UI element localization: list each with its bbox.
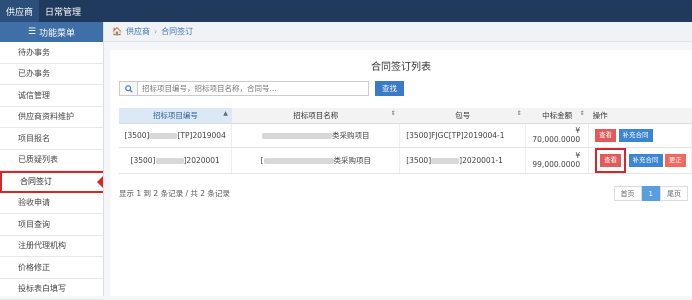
page-title: 合同签订列表 [110,58,692,72]
supplement-contract-button[interactable]: 补充合同 [629,154,663,167]
sidebar-title-label: 功能菜单 [39,26,75,39]
header-actions: 操作 [589,108,692,123]
sidebar-item-challenged-list[interactable]: 已质疑列表 [0,150,103,172]
sort-icon: ⇕ [517,110,522,117]
sidebar-item-price-correction[interactable]: 价格修正 [0,257,103,279]
redacted-block [264,158,334,164]
search-input[interactable] [137,81,369,96]
pager-last[interactable]: 尾页 [660,186,688,201]
cell-project-code: [3500][TP]2019004 [119,123,232,147]
cell-actions: 查看 补充合同 更正 [589,147,692,173]
search-icon [119,81,137,96]
main-panel: 合同签订列表 查找 招标项目编号▲ 招标项目名称⇕ 包号⇕ 中标金额⇕ 操作 [… [110,50,692,296]
sidebar-item-bid-form[interactable]: 投标表白填写 [0,279,103,300]
table-row: [3500][TP]2019004 类采购项目 [3500]FJGC[TP]20… [119,123,692,147]
redacted-block [431,158,459,164]
sidebar-title: ☰ 功能菜单 [0,22,103,42]
sidebar: ☰ 功能菜单 待办事务 已办事务 诚信管理 供应商资料维护 项目报名 已质疑列表… [0,22,104,296]
sidebar-item-contract-signing[interactable]: 合同签订 [0,171,103,193]
sidebar-item-todo[interactable]: 待办事务 [0,42,103,64]
record-count: 显示 1 到 2 条记录 / 共 2 条记录 [119,188,230,199]
redacted-block [156,158,184,164]
pager-page-1[interactable]: 1 [642,186,660,201]
sidebar-item-supplier-info[interactable]: 供应商资料维护 [0,107,103,129]
top-navigation: 供应商 日常管理 [0,0,692,22]
cell-project-name: [类采购项目 [232,147,400,173]
breadcrumb-current: 合同签订 [161,26,193,37]
sidebar-item-integrity[interactable]: 诚信管理 [0,85,103,107]
sidebar-item-done[interactable]: 已办事务 [0,64,103,86]
sidebar-item-acceptance[interactable]: 验收申请 [0,193,103,215]
view-button-highlight: 查看 [595,148,626,173]
home-icon: 🏠 [112,27,122,36]
pager-first[interactable]: 首页 [614,186,642,201]
sidebar-item-project-query[interactable]: 项目查询 [0,214,103,236]
search-bar: 查找 [119,81,404,96]
cell-amount: ¥ 99,000.0000 [526,147,589,173]
supplement-contract-button[interactable]: 补充合同 [619,129,653,142]
breadcrumb-home[interactable]: 供应商 [126,26,150,37]
correction-button[interactable]: 更正 [665,154,686,167]
header-project-name[interactable]: 招标项目名称⇕ [232,108,400,123]
view-button[interactable]: 查看 [595,129,616,142]
header-project-code[interactable]: 招标项目编号▲ [119,108,232,123]
header-amount[interactable]: 中标金额⇕ [526,108,589,123]
contract-table: 招标项目编号▲ 招标项目名称⇕ 包号⇕ 中标金额⇕ 操作 [3500][TP]2… [119,108,692,174]
sidebar-item-register-agency[interactable]: 注册代理机构 [0,236,103,258]
sort-asc-icon: ▲ [223,110,228,117]
cell-actions: 查看 补充合同 [589,123,692,147]
sort-icon: ⇕ [580,110,585,117]
redacted-block [149,133,177,139]
topbar-tab-daily-management[interactable]: 日常管理 [39,0,87,22]
cell-package: [3500]FJGC[TP]2019004-1 [400,123,526,147]
cell-project-code: [3500]]2020001 [119,147,232,173]
cell-package: [3500]]2020001-1 [400,147,526,173]
redacted-block [262,133,332,139]
cell-project-name: 类采购项目 [232,123,400,147]
sort-icon: ⇕ [391,110,396,117]
menu-icon: ☰ [28,27,36,37]
breadcrumb-separator: › [154,27,157,36]
breadcrumb: 🏠 供应商 › 合同签订 [104,22,692,42]
search-button[interactable]: 查找 [375,81,404,96]
cell-amount: ¥ 70,000.0000 [526,123,589,147]
topbar-tab-supplier[interactable]: 供应商 [0,0,39,22]
table-row: [3500]]2020001 [类采购项目 [3500]]2020001-1 ¥… [119,147,692,173]
pagination: 首页 1 尾页 [614,186,688,201]
header-package[interactable]: 包号⇕ [400,108,526,123]
sidebar-item-project-signup[interactable]: 项目报名 [0,128,103,150]
view-button[interactable]: 查看 [600,154,621,167]
